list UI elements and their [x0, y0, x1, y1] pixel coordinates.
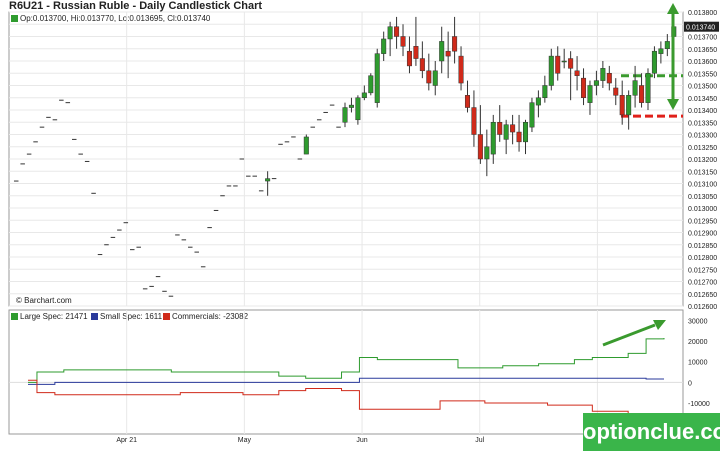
- candle-body: [394, 26, 400, 37]
- cot-tick-label: 10000: [688, 360, 708, 367]
- price-tick-label: 0.012800: [688, 255, 717, 262]
- candle-body: [632, 80, 638, 96]
- x-tick-label: Jun: [356, 437, 367, 444]
- candle-body: [626, 95, 632, 116]
- cot-series-line: [28, 377, 664, 385]
- price-tick-label: 0.013300: [688, 133, 717, 140]
- candle-body: [381, 38, 387, 54]
- price-tick-label: 0.013650: [688, 47, 717, 54]
- candle-body: [342, 107, 348, 123]
- candle-body: [265, 178, 271, 182]
- candle-body: [658, 48, 664, 54]
- price-tick-label: 0.013800: [688, 10, 717, 17]
- chart-canvas: 0.012600 0.012650 0.012700 0.012750 0.012800…: [8, 3, 719, 444]
- price-tick-label: 0.013150: [688, 169, 717, 176]
- candle-body: [458, 55, 464, 84]
- candle-body: [555, 55, 561, 74]
- up-arrow-head: [667, 3, 679, 14]
- price-tick-label: 0.013250: [688, 145, 717, 152]
- price-tick-label: 0.013600: [688, 59, 717, 66]
- price-tick-label: 0.013000: [688, 206, 717, 213]
- candle-body: [510, 124, 516, 133]
- candle-body: [464, 95, 470, 108]
- candle-body: [374, 53, 380, 103]
- candle-body: [303, 136, 309, 155]
- price-tick-label: 0.012700: [688, 280, 717, 287]
- price-tick-label: 0.013350: [688, 120, 717, 127]
- candle-body: [619, 95, 625, 116]
- price-tick-label: 0.013550: [688, 71, 717, 78]
- candle-body: [413, 46, 419, 59]
- candle-body: [426, 70, 432, 84]
- trend-arrow-shaft: [602, 323, 656, 347]
- candle-body: [639, 85, 645, 103]
- price-tick-label: 0.012850: [688, 243, 717, 250]
- candle-body: [361, 92, 367, 98]
- candle-body: [548, 55, 554, 86]
- price-tick-label: 0.012650: [688, 292, 717, 299]
- brand-watermark: optionclue.com: [583, 413, 720, 451]
- candle-body: [477, 134, 483, 160]
- price-tick-label: 0.012950: [688, 218, 717, 225]
- candle-body: [471, 107, 477, 135]
- candle-body: [432, 70, 438, 86]
- cot-tick-label: 0: [688, 380, 692, 387]
- candle-body: [348, 104, 354, 108]
- candle-body: [535, 97, 541, 106]
- price-tick-label: 0.012750: [688, 267, 717, 274]
- candle-body: [581, 77, 587, 99]
- cot-tick-label: 30000: [688, 318, 708, 325]
- candle-body: [574, 70, 580, 76]
- price-tick-label: 0.013700: [688, 35, 717, 42]
- candle-body: [600, 68, 606, 81]
- candle-body: [522, 122, 529, 143]
- price-tick-label: 0.013450: [688, 96, 717, 103]
- cot-series-line: [28, 379, 664, 431]
- candle-body: [387, 26, 393, 40]
- candle-body: [452, 36, 458, 52]
- candle-body: [606, 73, 612, 84]
- price-tick-label: 0.013400: [688, 108, 717, 115]
- candle-body: [400, 36, 406, 47]
- candle-body: [445, 50, 451, 57]
- x-tick-label: Apr 21: [116, 437, 137, 444]
- price-tick-label: 0.013500: [688, 84, 717, 91]
- price-tick-label: 0.012900: [688, 231, 717, 238]
- price-tick-label: 0.013050: [688, 194, 717, 201]
- candle-body: [542, 85, 548, 98]
- cot-series-line: [28, 337, 665, 383]
- candle-body: [419, 58, 425, 72]
- candle-body: [516, 131, 522, 143]
- x-tick-label: May: [238, 437, 252, 444]
- candle-body: [529, 102, 535, 128]
- candle-body: [593, 80, 599, 86]
- candle-body: [613, 87, 619, 96]
- down-arrow-head: [667, 99, 679, 110]
- price-tick-label: 0.013200: [688, 157, 717, 164]
- price-tick-label: 0.012600: [688, 304, 717, 311]
- price-tick-label: 0.013100: [688, 182, 717, 189]
- cot-tick-label: 20000: [688, 339, 708, 346]
- candle-body: [587, 85, 593, 103]
- cot-tick-label: -10000: [688, 401, 710, 408]
- candle-body: [490, 122, 496, 155]
- candle-body: [439, 41, 445, 62]
- candle-body: [484, 146, 490, 160]
- candle-body: [497, 122, 503, 135]
- last-price-label: 0.013740: [686, 25, 715, 32]
- candle-body: [368, 75, 374, 94]
- candle-body: [651, 50, 657, 74]
- candle-body: [645, 73, 651, 103]
- candle-body: [664, 41, 670, 50]
- candle-body: [355, 97, 361, 121]
- x-tick-label: Jul: [475, 437, 484, 444]
- candle-body: [561, 60, 567, 63]
- candle-body: [503, 124, 509, 140]
- candle-body: [406, 50, 412, 67]
- candle-body: [568, 58, 574, 69]
